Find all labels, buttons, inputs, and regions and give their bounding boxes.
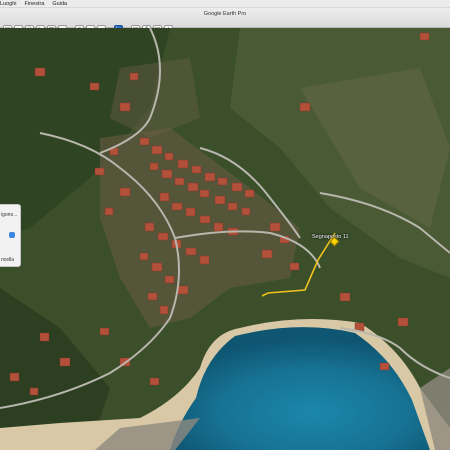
satellite-map-view[interactable]: igono... ncella Segnaposto 11 — [0, 28, 450, 450]
side-panel: igono... ncella — [0, 204, 21, 267]
satellite-imagery — [0, 28, 450, 450]
panel-toggle[interactable] — [9, 232, 15, 238]
menu-bar: Luoghi Finestra Guida — [0, 0, 450, 8]
title-bar: Google Earth Pro ▤ ⌖ ⬠ 〜 ▦ ● ◷ ☼ ◒ ⊢ ✉ ⎙… — [0, 8, 450, 34]
menu-finestra[interactable]: Finestra — [25, 1, 45, 7]
panel-cancel-button[interactable]: ncella — [1, 257, 14, 263]
menu-luoghi[interactable]: Luoghi — [0, 1, 17, 7]
window-title: Google Earth Pro — [203, 11, 247, 17]
panel-text-top: igono... — [1, 212, 18, 218]
menu-guida[interactable]: Guida — [52, 1, 67, 7]
